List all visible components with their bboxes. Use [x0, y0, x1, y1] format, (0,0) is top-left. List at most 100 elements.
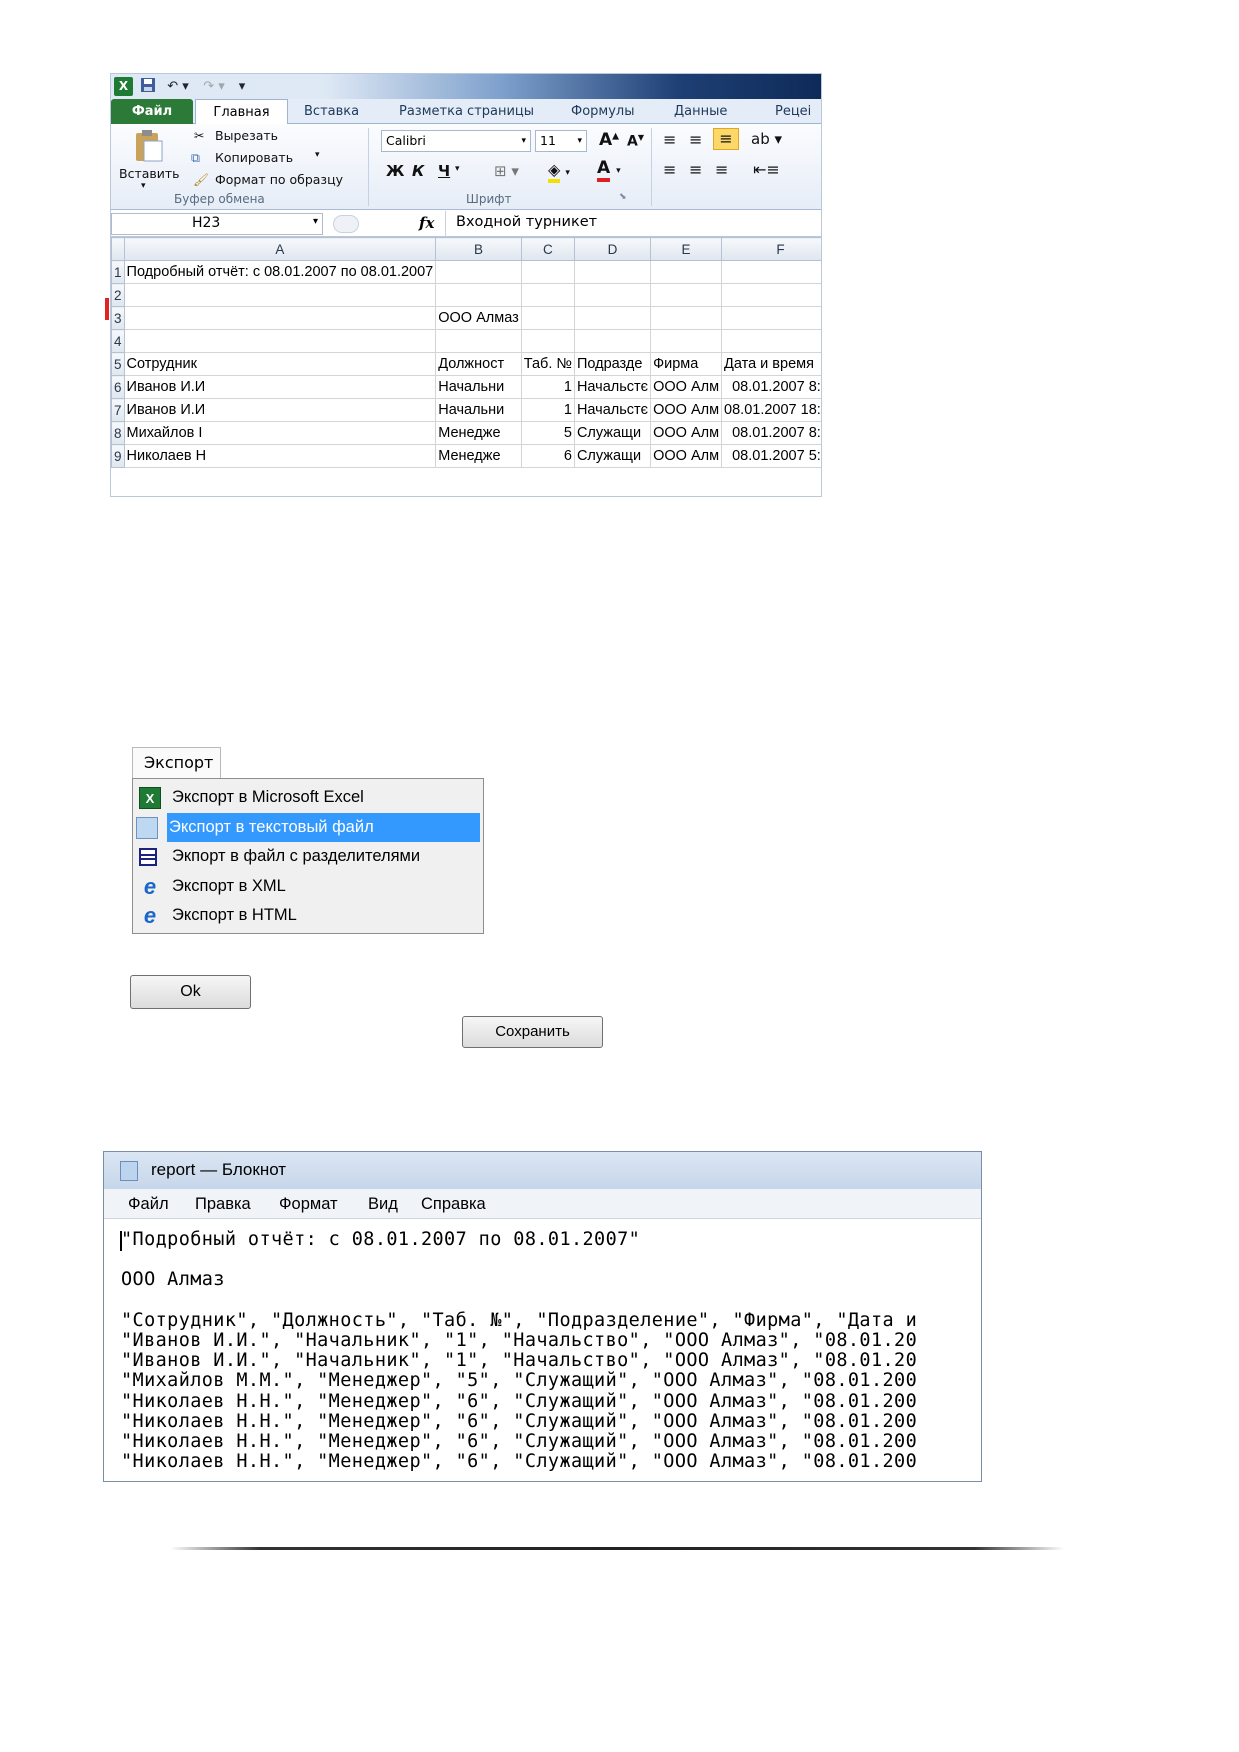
- paste-icon[interactable]: [132, 129, 164, 163]
- cell[interactable]: 08.01.2007 18:14: [721, 398, 821, 422]
- align-middle-icon[interactable]: ≡: [689, 130, 702, 149]
- export-item-text[interactable]: Экспорт в текстовый файл: [136, 812, 480, 842]
- cell[interactable]: [650, 306, 723, 330]
- cell[interactable]: ООО Алмаз: [435, 306, 522, 330]
- cell[interactable]: [123, 283, 437, 307]
- cell[interactable]: ООО Алм: [650, 398, 723, 422]
- cell[interactable]: [650, 329, 723, 353]
- cell[interactable]: 1: [520, 375, 575, 399]
- grow-font-icon[interactable]: A▲: [599, 130, 619, 150]
- customize-qat-icon[interactable]: ▾: [235, 77, 249, 96]
- font-size-box[interactable]: 11 ▾: [535, 130, 587, 152]
- chevron-down-icon[interactable]: ▾: [313, 216, 318, 227]
- cell[interactable]: [435, 329, 522, 353]
- insert-function-icon[interactable]: fx: [419, 214, 434, 232]
- export-item-xml[interactable]: e Экспорт в XML: [136, 872, 480, 902]
- cell[interactable]: ООО Алм: [650, 375, 723, 399]
- cell[interactable]: [573, 306, 652, 330]
- cell[interactable]: Начальни: [435, 398, 522, 422]
- select-all-corner[interactable]: [111, 237, 125, 261]
- tab-formulas[interactable]: Формулы: [571, 99, 634, 124]
- cell[interactable]: [123, 329, 437, 353]
- cell[interactable]: [721, 260, 821, 284]
- tab-review[interactable]: Рецеі: [775, 99, 811, 124]
- cell[interactable]: Начальстє: [573, 398, 652, 422]
- cell[interactable]: Дата и время: [721, 352, 821, 376]
- cell[interactable]: Начальни: [435, 375, 522, 399]
- cell[interactable]: Служащи: [573, 421, 652, 445]
- cell[interactable]: [721, 329, 821, 353]
- align-right-icon[interactable]: ≡: [715, 160, 728, 179]
- cell[interactable]: [573, 329, 652, 353]
- column-header[interactable]: B: [435, 237, 522, 261]
- cell[interactable]: 1: [520, 398, 575, 422]
- dialog-launcher-icon[interactable]: ⬊: [619, 192, 627, 202]
- save-icon[interactable]: [139, 77, 157, 96]
- cell[interactable]: Николаев Н: [123, 444, 437, 468]
- cell[interactable]: Служащи: [573, 444, 652, 468]
- export-item-delimited[interactable]: Экпорт в файл с разделителями: [136, 842, 480, 872]
- menu-file[interactable]: Файл: [128, 1189, 169, 1219]
- indent-icon[interactable]: ⇤≡: [753, 160, 780, 179]
- orientation-icon[interactable]: ab ▾: [751, 130, 782, 148]
- formula-bar-grip-icon[interactable]: [333, 215, 359, 233]
- cell[interactable]: [650, 260, 723, 284]
- column-header[interactable]: F: [721, 237, 821, 261]
- tab-data[interactable]: Данные: [674, 99, 727, 124]
- undo-icon[interactable]: ↶ ▾: [163, 77, 193, 96]
- underline-button[interactable]: Ч: [438, 162, 450, 180]
- cell[interactable]: Менедже: [435, 444, 522, 468]
- formula-value[interactable]: Входной турникет: [456, 214, 597, 230]
- tab-insert[interactable]: Вставка: [304, 99, 359, 124]
- notepad-text-area[interactable]: "Подробный отчёт: с 08.01.2007 по 08.01.…: [121, 1229, 917, 1472]
- column-header[interactable]: E: [650, 237, 723, 261]
- font-color-icon[interactable]: A ▾: [597, 158, 621, 182]
- menu-edit[interactable]: Правка: [195, 1189, 251, 1219]
- copy-icon[interactable]: ⧉: [191, 150, 200, 166]
- align-top-icon[interactable]: ≡: [663, 130, 676, 149]
- cell[interactable]: [721, 306, 821, 330]
- cell[interactable]: Должност: [435, 352, 522, 376]
- row-header[interactable]: 7: [111, 398, 125, 422]
- cut-icon[interactable]: ✂: [194, 128, 204, 143]
- row-header[interactable]: 5: [111, 352, 125, 376]
- paste-dropdown-icon[interactable]: ▾: [141, 181, 146, 191]
- tab-file[interactable]: Файл: [111, 99, 193, 124]
- cut-button[interactable]: Вырезать: [215, 128, 278, 143]
- copy-button[interactable]: Копировать: [215, 150, 293, 165]
- cell[interactable]: [520, 306, 575, 330]
- redo-icon[interactable]: ↷ ▾: [199, 77, 229, 96]
- cell[interactable]: [520, 260, 575, 284]
- cell[interactable]: Подразде: [573, 352, 652, 376]
- menu-format[interactable]: Формат: [279, 1189, 338, 1219]
- cell[interactable]: Таб. №: [520, 352, 575, 376]
- tab-page-layout[interactable]: Разметка страницы: [399, 99, 534, 124]
- cell[interactable]: [435, 283, 522, 307]
- column-header[interactable]: A: [123, 237, 437, 261]
- cell[interactable]: [573, 283, 652, 307]
- column-header[interactable]: C: [520, 237, 575, 261]
- fill-color-icon[interactable]: ◈ ▾: [548, 160, 570, 183]
- cell[interactable]: Подробный отчёт: с 08.01.2007 по 08.01.2…: [123, 260, 437, 284]
- cell[interactable]: [520, 329, 575, 353]
- cell[interactable]: [650, 283, 723, 307]
- ok-button[interactable]: Ok: [130, 975, 251, 1009]
- cell[interactable]: Иванов И.И: [123, 398, 437, 422]
- row-header[interactable]: 2: [111, 283, 125, 307]
- menu-help[interactable]: Справка: [421, 1189, 486, 1219]
- row-header[interactable]: 1: [111, 260, 125, 284]
- cell[interactable]: 08.01.2007 8:55: [721, 421, 821, 445]
- cell[interactable]: [520, 283, 575, 307]
- format-painter-icon[interactable]: 🖌: [193, 172, 209, 188]
- cell[interactable]: 08.01.2007 8:45: [721, 375, 821, 399]
- row-header[interactable]: 8: [111, 421, 125, 445]
- save-button[interactable]: Сохранить: [462, 1016, 603, 1048]
- cell[interactable]: Сотрудник: [123, 352, 437, 376]
- row-header[interactable]: 4: [111, 329, 125, 353]
- cell[interactable]: Фирма: [650, 352, 723, 376]
- font-name-box[interactable]: Calibri ▾: [381, 130, 531, 152]
- row-header[interactable]: 6: [111, 375, 125, 399]
- cell[interactable]: 08.01.2007 5:00: [721, 444, 821, 468]
- cell[interactable]: [573, 260, 652, 284]
- cell[interactable]: [435, 260, 522, 284]
